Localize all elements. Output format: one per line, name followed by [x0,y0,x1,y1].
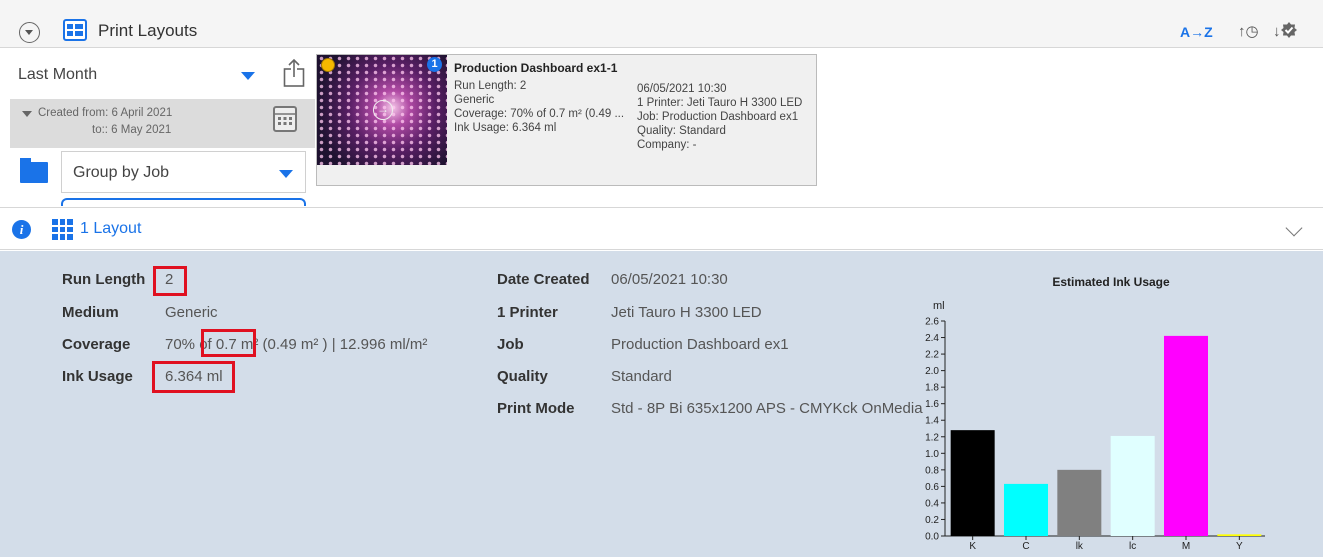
chart-y-tick-label: 0.6 [925,482,939,493]
layout-card[interactable]: → 1 Production Dashboard ex1-1 Run Lengt… [316,54,817,186]
sort-by-status-button[interactable]: ↓ [1273,22,1297,40]
export-icon[interactable] [283,58,305,88]
layout-section-header[interactable]: i 1 Layout [0,207,1323,250]
chart-x-tick-label: M [1182,541,1190,552]
highlight-run-length [153,266,187,296]
arrow-right-icon: → [373,100,393,120]
date-created-label: Date Created [497,271,590,288]
period-select-value: Last Month [18,66,98,83]
chart-x-tick-label: K [969,541,976,552]
date-range-box[interactable]: Created from: 6 April 2021 to:: 6 May 20… [10,99,315,148]
chevron-down-icon [279,170,293,178]
highlight-ink-usage [152,361,235,393]
calendar-icon[interactable] [273,106,297,132]
chart-bar-lc [1110,435,1155,536]
layouts-app-icon [63,19,87,41]
chart-bar-M [1164,335,1208,536]
chart-y-tick-label: 1.8 [925,383,939,394]
chart-x-tick-label: C [1022,541,1029,552]
page-title: Print Layouts [98,21,198,40]
chart-y-tick-label: 1.6 [925,399,939,410]
sort-az-button[interactable]: A→Z [1180,24,1213,40]
chart-bar-K [950,430,995,536]
chart-y-tick-label: 2.6 [925,317,939,328]
group-by-select[interactable]: Group by Job [61,151,306,193]
folder-icon [20,158,48,183]
card-company: Company: - [637,139,697,151]
chevron-down-icon [241,72,255,80]
created-to-text: to:: 6 May 2021 [92,124,172,136]
job-label: Job [497,336,524,353]
chart-y-axis-label: ml [933,300,945,312]
layout-thumbnail[interactable]: → [317,55,447,165]
date-created-value: 06/05/2021 10:30 [611,271,728,288]
info-icon[interactable]: i [12,220,31,239]
medium-value: Generic [165,304,218,321]
chart-bar-C [1004,483,1048,536]
chart-y-tick-label: 2.0 [925,366,939,377]
job-value: Production Dashboard ex1 [611,336,789,353]
chart-bar-Y [1217,534,1262,536]
layout-count: 1 Layout [80,220,142,237]
period-select[interactable]: Last Month [10,56,267,96]
print-mode-label: Print Mode [497,400,575,417]
chart-title: Estimated Ink Usage [1052,275,1170,289]
chart-y-tick-label: 1.2 [925,432,939,443]
card-printer: 1 Printer: Jeti Tauro H 3300 LED [637,97,803,109]
chart-y-tick-label: 0.4 [925,498,939,509]
highlight-area [201,329,256,357]
sort-status-arrow: ↓ [1273,23,1281,40]
printer-label: 1 Printer [497,304,558,321]
chart-y-tick-label: 1.4 [925,416,939,427]
chart-bar-lk [1057,469,1102,536]
card-run-length: Run Length: 2 [454,80,527,92]
collapse-toggle-icon[interactable] [19,22,40,43]
quality-label: Quality [497,368,548,385]
status-dot-icon [321,58,335,72]
chart-x-tick-label: Y [1236,541,1243,552]
group-by-value: Group by Job [73,164,170,181]
created-from-text: Created from: 6 April 2021 [38,107,173,119]
card-coverage: Coverage: 70% of 0.7 m² (0.49 ... [454,108,625,120]
medium-label: Medium [62,304,119,321]
filter-panel: Last Month Created from: 6 April 2021 to… [10,48,315,206]
chart-y-tick-label: 2.2 [925,350,939,361]
card-left-column: Run Length: 2 Generic Coverage: 70% of 0… [454,79,624,135]
info-badge-icon: 1 [427,57,442,72]
card-title: Production Dashboard ex1-1 [454,61,618,75]
chart-y-tick-label: 2.4 [925,333,939,344]
focused-field-edge [61,198,306,206]
chart-y-tick-label: 0.2 [925,515,939,526]
ink-usage-label: Ink Usage [62,368,133,385]
sort-by-time-button[interactable]: ↑◷ [1238,22,1259,40]
print-mode-value: Std - 8P Bi 635x1200 APS - CMYKck OnMedi… [611,400,923,417]
printer-value: Jeti Tauro H 3300 LED [611,304,762,321]
card-ink-usage: Ink Usage: 6.364 ml [454,122,557,134]
card-quality: Quality: Standard [637,125,726,137]
chevron-down-icon[interactable] [1285,219,1303,237]
chart-y-tick-label: 0.0 [925,532,939,543]
top-bar: Print Layouts A→Z ↑◷ ↓ [0,0,1323,48]
card-right-column: 06/05/2021 10:30 1 Printer: Jeti Tauro H… [637,82,802,152]
quality-value: Standard [611,368,672,385]
chart-x-tick-label: lc [1129,541,1136,552]
grid-icon [52,219,73,240]
run-length-label: Run Length [62,271,146,288]
chart-x-tick-label: lk [1076,541,1084,552]
coverage-label: Coverage [62,336,131,353]
chart-y-tick-label: 1.0 [925,449,939,460]
card-medium: Generic [454,94,495,106]
check-badge-icon [1280,22,1297,38]
caret-down-icon [22,111,32,117]
card-date: 06/05/2021 10:30 [637,83,727,95]
ink-usage-chart: Estimated Ink Usage ml 0.0 0.2 0.4 0.6 0.8 1.… [925,275,1265,552]
chart-y-tick-label: 0.8 [925,465,939,476]
card-job: Job: Production Dashboard ex1 [637,111,799,123]
